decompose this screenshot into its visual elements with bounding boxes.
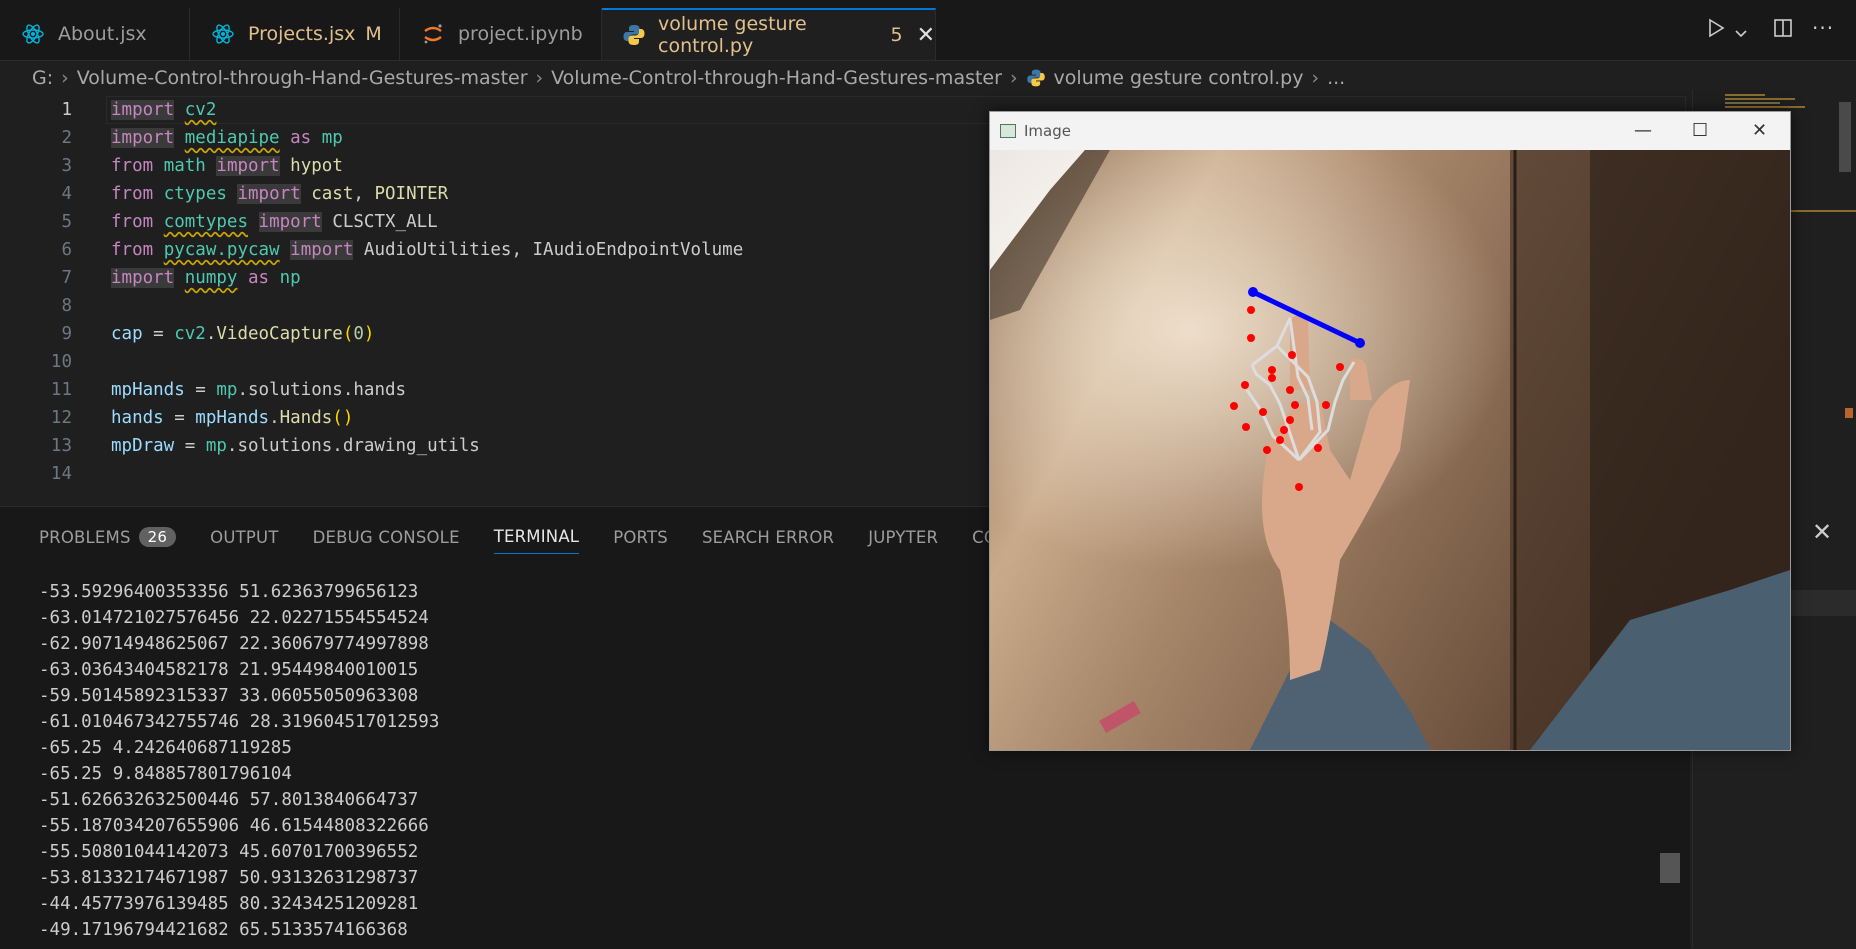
- camera-image: [990, 150, 1790, 750]
- tab-problems[interactable]: PROBLEMS 26: [39, 520, 177, 554]
- terminal-line: -51.626632632500446 57.8013840664737: [39, 790, 419, 810]
- code-text: mpDraw = mp.solutions.drawing_utils: [111, 436, 480, 456]
- tab-terminal[interactable]: TERMINAL: [493, 520, 580, 554]
- run-icon[interactable]: [1706, 18, 1726, 43]
- problems-badge: 5: [890, 24, 903, 46]
- scrollbar-marker: [1845, 408, 1853, 418]
- minimap-line: [1725, 106, 1805, 108]
- tab-label: About.jsx: [58, 23, 147, 45]
- line-number: 6: [61, 240, 72, 260]
- terminal-line: -59.50145892315337 33.06055050963308: [39, 686, 419, 706]
- minimap-line: [1725, 94, 1765, 96]
- breadcrumb-folder[interactable]: Volume-Control-through-Hand-Gestures-mas…: [551, 67, 1002, 89]
- chevron-right-icon: ›: [1009, 67, 1018, 89]
- breadcrumb-symbol[interactable]: ...: [1327, 67, 1345, 89]
- line-number: 14: [50, 464, 72, 484]
- code-text: import numpy as np: [111, 268, 301, 288]
- line-number: 4: [61, 184, 72, 204]
- terminal-line: -55.50801044142073 45.60701700396552: [39, 842, 419, 862]
- tab-label: volume gesture control.py: [658, 13, 807, 57]
- terminal-line: -49.17196794421682 65.5133574166368: [39, 920, 408, 940]
- terminal-line: -53.59296400353356 51.62363799656123: [39, 582, 419, 602]
- image-window-title: Image: [1024, 122, 1071, 140]
- tab-volume-gesture-control-py[interactable]: volume gesture control.py 5 ✕: [602, 8, 936, 60]
- minimap-line: [1725, 102, 1780, 104]
- breadcrumb: G: › Volume-Control-through-Hand-Gesture…: [0, 60, 1690, 96]
- image-window[interactable]: Image — ☐ ✕: [989, 111, 1791, 751]
- line-number: 12: [50, 408, 72, 428]
- code-text: import cv2: [111, 100, 217, 120]
- tab-project-ipynb[interactable]: project.ipynb: [400, 8, 602, 60]
- tab-label: project.ipynb: [458, 23, 583, 45]
- problems-count-badge: 26: [138, 527, 177, 547]
- code-text: from math import hypot: [111, 156, 343, 176]
- image-window-titlebar[interactable]: Image — ☐ ✕: [990, 112, 1790, 150]
- code-text: from ctypes import cast, POINTER: [111, 184, 449, 204]
- terminal-line: -65.25 9.848857801796104: [39, 764, 292, 784]
- terminal-line: -55.187034207655906 46.61544808322666: [39, 816, 429, 836]
- tab-jupyter[interactable]: JUPYTER: [868, 520, 938, 554]
- python-icon: [1026, 68, 1046, 88]
- editor-tab-bar: About.jsx Projects.jsx M project.ipynb v…: [0, 0, 1856, 61]
- line-number: 11: [50, 380, 72, 400]
- jupyter-icon: [420, 21, 446, 47]
- line-number: 10: [50, 352, 72, 372]
- terminal-line: -62.90714948625067 22.360679774997898: [39, 634, 429, 654]
- code-text: from pycaw.pycaw import AudioUtilities, …: [111, 240, 744, 260]
- line-number: 1: [61, 100, 72, 120]
- terminal-output[interactable]: -53.59296400353356 51.62363799656123 -63…: [39, 579, 439, 943]
- tab-output[interactable]: OUTPUT: [210, 520, 278, 554]
- panel-tabs: PROBLEMS 26 OUTPUT DEBUG CONSOLE TERMINAL…: [39, 519, 1104, 555]
- breadcrumb-folder[interactable]: Volume-Control-through-Hand-Gestures-mas…: [77, 67, 528, 89]
- line-number: 7: [61, 268, 72, 288]
- editor-scrollbar-thumb[interactable]: [1839, 102, 1851, 172]
- maximize-icon[interactable]: ☐: [1692, 120, 1708, 141]
- terminal-line: -61.010467342755746 28.319604517012593: [39, 712, 440, 732]
- tab-label: Projects.jsx: [248, 23, 356, 45]
- minimap-line: [1725, 98, 1795, 100]
- line-number: 3: [61, 156, 72, 176]
- code-text: cap = cv2.VideoCapture(0): [111, 324, 375, 344]
- tab-about-jsx[interactable]: About.jsx: [0, 8, 190, 60]
- modified-badge: M: [365, 23, 382, 45]
- code-text: import mediapipe as mp: [111, 128, 343, 148]
- chevron-right-icon: ›: [1311, 67, 1320, 89]
- code-text: hands = mpHands.Hands(): [111, 408, 354, 428]
- tab-debug-console[interactable]: DEBUG CONSOLE: [313, 520, 460, 554]
- terminal-scrollbar-thumb[interactable]: [1660, 853, 1680, 883]
- terminal-line: -65.25 4.242640687119285: [39, 738, 292, 758]
- line-number: 8: [61, 296, 72, 316]
- minimize-icon[interactable]: —: [1634, 120, 1652, 141]
- close-tab-icon[interactable]: ✕: [917, 23, 935, 48]
- chevron-right-icon: ›: [535, 67, 544, 89]
- line-number: 2: [61, 128, 72, 148]
- python-icon: [622, 22, 646, 48]
- line-number: 9: [61, 324, 72, 344]
- breadcrumb-file[interactable]: volume gesture control.py: [1054, 67, 1304, 89]
- close-panel-icon[interactable]: ✕: [1812, 518, 1832, 546]
- code-text: from comtypes import CLSCTX_ALL: [111, 212, 438, 232]
- more-actions-icon[interactable]: ···: [1812, 16, 1834, 40]
- tab-ports[interactable]: PORTS: [613, 520, 668, 554]
- react-icon: [210, 21, 236, 47]
- split-editor-icon[interactable]: [1773, 18, 1793, 43]
- terminal-line: -63.014721027576456 22.02271554554524: [39, 608, 429, 628]
- tab-projects-jsx[interactable]: Projects.jsx M: [190, 8, 400, 60]
- line-number: 13: [50, 436, 72, 456]
- breadcrumb-drive[interactable]: G:: [32, 67, 53, 89]
- camera-frame: [990, 150, 1790, 750]
- chevron-right-icon: ›: [61, 67, 69, 89]
- chevron-down-icon[interactable]: [1734, 22, 1748, 46]
- line-number: 5: [61, 212, 72, 232]
- tab-search-error[interactable]: SEARCH ERROR: [702, 520, 834, 554]
- terminal-line: -53.81332174671987 50.93132631298737: [39, 868, 419, 888]
- window-app-icon: [1000, 124, 1016, 138]
- code-text: mpHands = mp.solutions.hands: [111, 380, 407, 400]
- terminal-line: -44.45773976139485 80.32434251209281: [39, 894, 419, 914]
- close-window-icon[interactable]: ✕: [1752, 120, 1767, 141]
- terminal-line: -63.03643404582178 21.95449840010015: [39, 660, 419, 680]
- react-icon: [20, 21, 46, 47]
